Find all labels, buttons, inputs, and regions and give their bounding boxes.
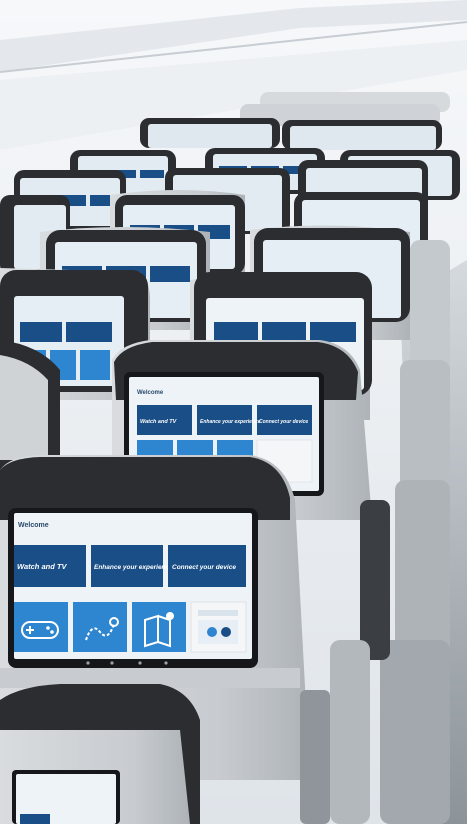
- family-icon: [198, 610, 238, 644]
- tile-enhance-label: Enhance your experience: [94, 564, 173, 571]
- nav-dot[interactable]: [138, 661, 142, 665]
- cabin-photo: Welcome Watch and TV Enhance your experi…: [0, 0, 467, 824]
- nav-dot[interactable]: [164, 661, 168, 665]
- seat-foreground: [0, 684, 200, 824]
- mid-tile-watch-label: Watch and TV: [140, 419, 178, 425]
- mid-welcome-text: Welcome: [137, 390, 164, 396]
- mid-tile-connect-label: Connect your device: [259, 419, 308, 425]
- front-welcome-text: Welcome: [18, 522, 49, 529]
- tile-watch-label: Watch and TV: [17, 562, 67, 571]
- mid-tile-enhance-label: Enhance your experience: [200, 419, 261, 425]
- nav-dot[interactable]: [86, 661, 90, 665]
- cabin-scene: Welcome Watch and TV Enhance your experi…: [0, 0, 467, 824]
- tile-flight-map[interactable]: [73, 602, 127, 652]
- tile-connect-label: Connect your device: [172, 564, 236, 571]
- nav-dot[interactable]: [110, 661, 114, 665]
